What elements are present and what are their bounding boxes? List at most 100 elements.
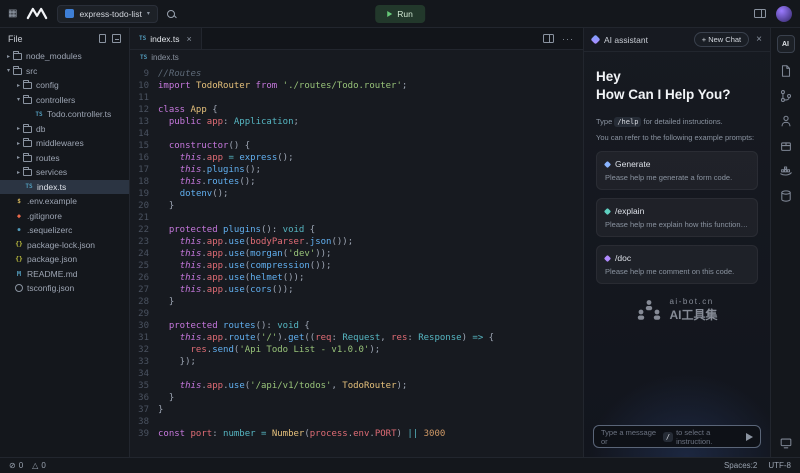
env-file-icon: $ — [13, 198, 25, 205]
tree-item-controllers[interactable]: ▾controllers — [0, 93, 129, 108]
docs-icon[interactable] — [779, 64, 793, 78]
code-line: this.app.use(bodyParser.json()); — [158, 236, 583, 248]
tree-item-node_modules[interactable]: ▸node_modules — [0, 49, 129, 64]
error-count[interactable]: ⊘ 0 — [9, 461, 23, 470]
editor-group: TS index.ts × ··· TS index.ts 9101112131… — [130, 28, 583, 457]
indentation-setting[interactable]: Spaces:2 — [724, 461, 757, 470]
line-number: 34 — [130, 368, 149, 380]
prompt-card-1[interactable]: GeneratePlease help me generate a form c… — [596, 151, 758, 190]
tree-item-label: db — [36, 124, 45, 134]
tree-item-.sequelizerc[interactable]: ●.sequelizerc — [0, 223, 129, 238]
code-lines: //Routesimport TodoRouter from './routes… — [158, 68, 583, 457]
code-line: this.app.use(compression()); — [158, 260, 583, 272]
layout-panels-icon[interactable] — [754, 9, 766, 18]
run-button[interactable]: Run — [375, 5, 425, 23]
tree-item-label: src — [26, 66, 37, 76]
tree-item-db[interactable]: ▸ db — [0, 122, 129, 137]
warning-count-value: 0 — [41, 461, 45, 470]
warning-count[interactable]: △ 0 — [32, 461, 46, 470]
ai-panel-header: AI assistant + New Chat × — [584, 28, 770, 52]
code-line — [158, 416, 583, 428]
monitor-icon[interactable] — [779, 436, 793, 450]
prompt-card-3[interactable]: /docPlease help me comment on this code. — [596, 245, 758, 284]
project-switcher[interactable]: express-todo-list ▾ — [57, 5, 157, 23]
tree-item-src[interactable]: ▾ src — [0, 64, 129, 79]
prompt-card-title-row: /explain — [605, 206, 749, 216]
chevron-down-icon[interactable]: ▾ — [14, 96, 23, 103]
ai-header-actions: + New Chat × — [694, 32, 762, 47]
chevron-right-icon[interactable]: ▸ — [14, 169, 23, 176]
tree-item-README.md[interactable]: MREADME.md — [0, 267, 129, 282]
code-line: }); — [158, 356, 583, 368]
line-number: 35 — [130, 380, 149, 392]
ai-assistant-rail-button[interactable]: AI — [777, 35, 795, 53]
prompt-card-2[interactable]: /explainPlease help me explain how this … — [596, 198, 758, 237]
tab-index-ts[interactable]: TS index.ts × — [130, 28, 202, 49]
tree-item-package-lock.json[interactable]: {}package-lock.json — [0, 238, 129, 253]
collapse-folders-icon[interactable] — [112, 34, 121, 43]
tree-item-.gitignore[interactable]: ◆.gitignore — [0, 209, 129, 224]
database-icon[interactable] — [779, 189, 793, 203]
tree-item-config[interactable]: ▸config — [0, 78, 129, 93]
line-number: 16 — [130, 152, 149, 164]
new-file-icon[interactable] — [99, 34, 106, 43]
md-file-icon: M — [13, 270, 25, 278]
prompts-intro: You can refer to the following example p… — [596, 133, 758, 142]
encoding-setting[interactable]: UTF-8 — [768, 461, 791, 470]
dot-file-icon: ● — [13, 227, 25, 233]
ai-panel-title: AI assistant — [604, 35, 648, 45]
chat-input[interactable]: Type a message or / to select a instruct… — [593, 425, 761, 448]
docker-icon[interactable] — [779, 164, 793, 178]
marscode-logo-icon — [26, 6, 48, 21]
prompt-card-desc: Please help me generate a form code. — [605, 173, 749, 182]
code-line: //Routes — [158, 68, 583, 80]
chevron-down-icon[interactable]: ▾ — [4, 67, 13, 74]
code-line: } — [158, 200, 583, 212]
tree-item-label: tsconfig.json — [27, 283, 74, 293]
tree-item-tsconfig.json[interactable]: tsconfig.json — [0, 281, 129, 296]
tree-item-services[interactable]: ▸services — [0, 165, 129, 180]
user-avatar[interactable] — [776, 6, 792, 22]
breadcrumb[interactable]: TS index.ts — [130, 50, 583, 65]
chevron-right-icon[interactable]: ▸ — [14, 140, 23, 147]
tree-item-package.json[interactable]: {}package.json — [0, 252, 129, 267]
tree-item-.env.example[interactable]: $.env.example — [0, 194, 129, 209]
tree-item-label: Todo.controller.ts — [47, 109, 111, 119]
git-branch-icon[interactable] — [779, 89, 793, 103]
package-icon[interactable] — [779, 139, 793, 153]
tree-item-routes[interactable]: ▸routes — [0, 151, 129, 166]
user-profile-icon[interactable] — [779, 114, 793, 128]
more-actions-icon[interactable]: ··· — [562, 34, 574, 44]
file-tree: ▸node_modules ▾ src ▸config▾controllersTSTo… — [0, 49, 129, 296]
git-file-icon: ◆ — [13, 212, 25, 220]
apps-grid-icon[interactable]: ▦ — [8, 9, 17, 19]
close-panel-icon[interactable]: × — [756, 34, 762, 45]
tree-item-index.ts[interactable]: TSindex.ts — [0, 180, 129, 195]
chevron-right-icon[interactable]: ▸ — [4, 53, 13, 60]
search-icon[interactable] — [167, 10, 175, 18]
new-chat-button[interactable]: + New Chat — [694, 32, 749, 47]
watermark-logo-icon — [636, 298, 662, 322]
line-number: 33 — [130, 356, 149, 368]
chevron-right-icon[interactable]: ▸ — [14, 154, 23, 161]
breadcrumb-file: index.ts — [151, 53, 179, 62]
top-bar-right — [754, 6, 792, 22]
chevron-right-icon[interactable]: ▸ — [14, 125, 23, 132]
split-editor-icon[interactable] — [543, 34, 554, 43]
code-editor[interactable]: 9101112131415161718192021222324252627282… — [130, 65, 583, 457]
tree-item-Todo.controller.ts[interactable]: TSTodo.controller.ts — [0, 107, 129, 122]
line-number: 18 — [130, 176, 149, 188]
line-number: 29 — [130, 308, 149, 320]
prompt-cards: GeneratePlease help me generate a form c… — [596, 151, 758, 284]
tree-item-middlewares[interactable]: ▸middlewares — [0, 136, 129, 151]
line-number: 10 — [130, 80, 149, 92]
tree-item-label: package.json — [27, 254, 77, 264]
tab-close-icon[interactable]: × — [187, 34, 192, 44]
help-command-chip[interactable]: /help — [614, 117, 641, 127]
send-icon[interactable] — [746, 433, 753, 441]
tab-label: index.ts — [150, 34, 179, 44]
chevron-right-icon[interactable]: ▸ — [14, 82, 23, 89]
code-line: this.app.route('/').get((req: Request, r… — [158, 332, 583, 344]
right-icon-rail: AI — [770, 28, 800, 457]
error-count-value: 0 — [19, 461, 23, 470]
